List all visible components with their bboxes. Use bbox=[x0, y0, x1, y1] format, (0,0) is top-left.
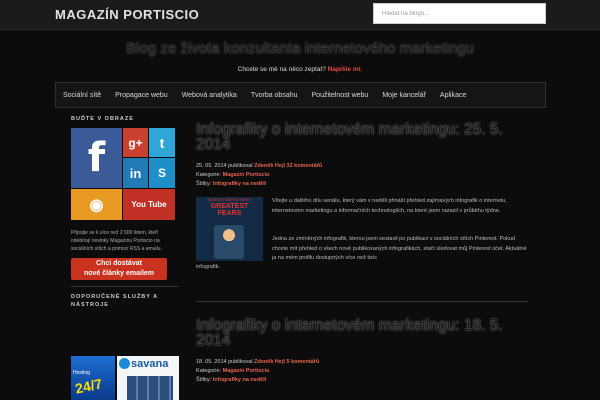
top-bar: Magazín Portiscio bbox=[0, 0, 600, 30]
category-label: Kategorie: bbox=[196, 368, 222, 374]
post-date: 25. 05. 2014 bbox=[196, 163, 227, 169]
nav-item-content[interactable]: Tvorba obsahu bbox=[244, 92, 305, 99]
post-comments-link[interactable]: 32 komentářů bbox=[287, 163, 323, 169]
post-meta: 18. 05. 2014 publikoval Zdeněk Hejl 5 ko… bbox=[196, 358, 528, 367]
tags-label: Štítky: bbox=[196, 377, 212, 383]
post-paragraph-1: Vítejte u dalšího dílu seriálu, který vá… bbox=[272, 198, 507, 214]
sidebar-heading-tools: Doporučené služby a nástroje bbox=[71, 294, 158, 308]
post-meta: 25. 05. 2014 publikoval Zdeněk Hejl 32 k… bbox=[196, 162, 528, 171]
nav-item-office[interactable]: Moje kancelář bbox=[375, 92, 433, 99]
social-icons-grid: f g+ t in S ◉ You Tube bbox=[71, 128, 175, 220]
post-author-link[interactable]: Zdeněk Hejl bbox=[254, 359, 285, 365]
category-link[interactable]: Magazín Portiscio bbox=[223, 172, 270, 178]
thumbnail-subtitle: SEARCH MARKETERS' bbox=[207, 197, 251, 202]
sidebar-heading: Buďte v obraze bbox=[71, 116, 134, 122]
hosting-banner-text: Hosting bbox=[73, 370, 90, 376]
ad-banners: Hosting 24/7 savana bbox=[71, 356, 179, 400]
post-published-by: publikoval bbox=[228, 163, 253, 169]
post-paragraph-2: Jedna ze zmíněných infografik, kterou js… bbox=[272, 236, 527, 261]
post-category: Kategorie: Magazín Portiscio bbox=[196, 171, 528, 180]
main-nav: Sociální sítě Propagace webu Webová anal… bbox=[55, 82, 546, 108]
nav-item-usability[interactable]: Použitelnost webu bbox=[305, 92, 376, 99]
nav-item-social[interactable]: Sociální sítě bbox=[56, 92, 108, 99]
post-paragraph-3: infografik. bbox=[196, 264, 220, 270]
contact-link[interactable]: Napište mi. bbox=[328, 66, 363, 73]
category-link[interactable]: Magazín Portiscio bbox=[223, 368, 270, 374]
category-label: Kategorie: bbox=[196, 172, 222, 178]
blog-tagline: Blog ze života konzultanta internetového… bbox=[126, 40, 474, 57]
server-rack-icon bbox=[127, 376, 173, 400]
email-subscribe-button[interactable]: Chci dostávat nové články emailem bbox=[71, 258, 167, 280]
facebook-icon[interactable]: f bbox=[71, 128, 122, 188]
google-plus-icon[interactable]: g+ bbox=[123, 128, 148, 157]
post-title[interactable]: Infografiky o internetovém marketingu: 2… bbox=[196, 122, 528, 153]
sidebar: Buďte v obraze f g+ t in S ◉ You Tube Př… bbox=[71, 116, 179, 400]
skype-icon[interactable]: S bbox=[149, 158, 175, 188]
tags-link[interactable]: Infografiky na neděli bbox=[213, 181, 266, 187]
sidebar-divider bbox=[71, 286, 179, 287]
tags-link[interactable]: Infografiky na neděli bbox=[213, 377, 266, 383]
hosting-banner-247: 24/7 bbox=[73, 375, 104, 397]
thumbnail-title: GREATEST FEARS bbox=[210, 203, 249, 217]
post-tags: Štítky: Infografiky na neděli bbox=[196, 376, 528, 385]
savana-banner[interactable]: savana bbox=[117, 356, 179, 400]
hosting-banner[interactable]: Hosting 24/7 bbox=[71, 356, 115, 400]
nav-item-promotion[interactable]: Propagace webu bbox=[108, 92, 175, 99]
contact-question: Chcete se mě na něco zeptat? bbox=[237, 66, 326, 73]
post-thumbnail[interactable]: SEARCH MARKETERS' GREATEST FEARS bbox=[196, 197, 263, 261]
search-input[interactable] bbox=[373, 3, 546, 24]
twitter-icon[interactable]: t bbox=[149, 128, 175, 157]
post-tags: Štítky: Infografiky na neděli bbox=[196, 180, 528, 189]
post-excerpt: SEARCH MARKETERS' GREATEST FEARS Vítejte… bbox=[196, 197, 528, 307]
youtube-icon[interactable]: You Tube bbox=[123, 189, 175, 220]
site-title[interactable]: Magazín Portiscio bbox=[55, 7, 199, 22]
post-author-link[interactable]: Zdeněk Hejl bbox=[254, 163, 285, 169]
savana-logo-icon bbox=[119, 358, 130, 369]
contact-line: Chcete se mě na něco zeptat? Napište mi. bbox=[0, 66, 600, 73]
subscribe-text: Připojte se k více než 2 600 lidem, kteř… bbox=[71, 230, 162, 252]
nav-item-analytics[interactable]: Webová analytika bbox=[175, 92, 244, 99]
rss-icon[interactable]: ◉ bbox=[71, 189, 122, 220]
post-divider bbox=[196, 301, 528, 302]
savana-banner-text: savana bbox=[131, 358, 169, 370]
post-published-by: publikoval bbox=[228, 359, 253, 365]
post-category: Kategorie: Magazín Portiscio bbox=[196, 367, 528, 376]
post-date: 18. 05. 2014 bbox=[196, 359, 227, 365]
button-line-2: nové články emailem bbox=[83, 270, 155, 277]
post-comments-link[interactable]: 5 komentářů bbox=[287, 359, 320, 365]
post-article: Infografiky o internetovém marketingu: 2… bbox=[196, 122, 528, 307]
nav-item-apps[interactable]: Aplikace bbox=[433, 92, 473, 99]
thumbnail-figure-icon bbox=[214, 225, 244, 259]
post-title[interactable]: Infografiky o internetovém marketingu: 1… bbox=[196, 318, 528, 349]
button-line-1: Chci dostávat bbox=[96, 260, 142, 267]
post-article: Infografiky o internetovém marketingu: 1… bbox=[196, 318, 528, 385]
tags-label: Štítky: bbox=[196, 181, 212, 187]
linkedin-icon[interactable]: in bbox=[123, 158, 148, 188]
